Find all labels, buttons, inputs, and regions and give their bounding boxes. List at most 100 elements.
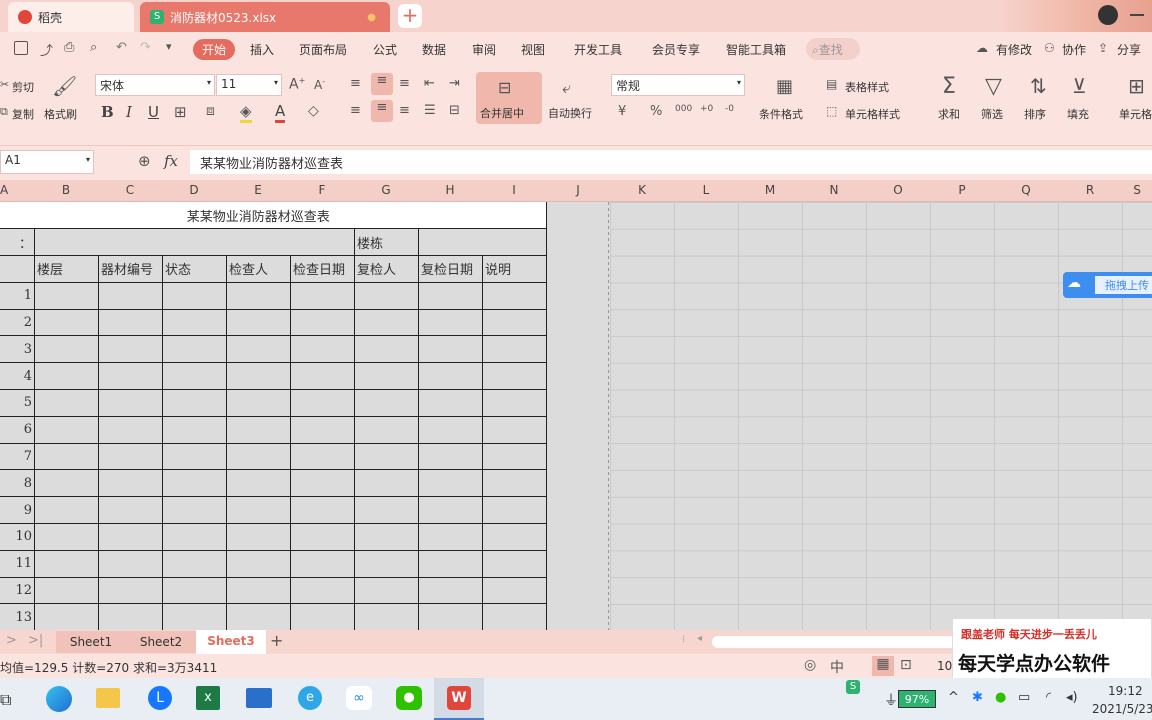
data-cell[interactable] xyxy=(418,362,483,391)
task-view-icon[interactable]: ⧉ xyxy=(0,690,11,710)
col-header-m[interactable]: M xyxy=(738,183,802,197)
col-header-c[interactable]: C xyxy=(98,183,162,197)
menu-view[interactable]: 视图 xyxy=(521,41,545,58)
wechat-icon[interactable]: ● xyxy=(396,686,422,710)
align-bottom-icon[interactable]: ≡ xyxy=(399,76,410,91)
header-cell[interactable]: 复检日期 xyxy=(418,255,483,283)
tray-app-icon[interactable]: ✱ xyxy=(972,690,983,705)
data-cell[interactable] xyxy=(162,496,227,525)
data-cell[interactable] xyxy=(162,415,227,444)
menu-review[interactable]: 审阅 xyxy=(472,41,496,58)
menu-developer[interactable]: 开发工具 xyxy=(574,41,622,58)
data-cell[interactable] xyxy=(418,469,483,498)
data-cell[interactable] xyxy=(98,576,163,605)
col-header-l[interactable]: L xyxy=(674,183,738,197)
data-cell[interactable] xyxy=(162,362,227,391)
data-cell[interactable] xyxy=(354,335,419,364)
data-cell[interactable] xyxy=(34,362,99,391)
data-cell[interactable] xyxy=(162,281,227,310)
input-method-icon[interactable]: 中 xyxy=(830,657,844,677)
sum-button[interactable]: 求和 xyxy=(938,106,960,122)
data-cell[interactable] xyxy=(34,442,99,471)
data-cell[interactable] xyxy=(418,308,483,337)
zoom-formula-icon[interactable]: ⊕ xyxy=(138,152,151,170)
data-cell[interactable] xyxy=(226,362,291,391)
row-number-cell[interactable]: 2 xyxy=(0,308,35,337)
col-header-n[interactable]: N xyxy=(802,183,866,197)
data-cell[interactable] xyxy=(162,603,227,632)
data-cell[interactable] xyxy=(98,549,163,578)
data-cell[interactable] xyxy=(226,603,291,632)
data-cell[interactable] xyxy=(98,603,163,632)
cell-button[interactable]: 单元格 xyxy=(1119,106,1152,122)
menu-smart-tools[interactable]: 智能工具箱 xyxy=(726,41,786,58)
wrap-text-button[interactable]: ⤶ 自动换行 xyxy=(546,72,598,124)
data-cell[interactable] xyxy=(354,389,419,417)
data-cell[interactable] xyxy=(226,389,291,417)
align-right-icon[interactable]: ≡ xyxy=(399,103,410,118)
data-cell[interactable] xyxy=(290,281,355,310)
data-cell[interactable] xyxy=(226,469,291,498)
data-cell[interactable] xyxy=(290,308,355,337)
formula-input[interactable]: 某某物业消防器材巡查表 xyxy=(190,150,1152,174)
table-style-button[interactable]: 表格样式 xyxy=(845,79,889,95)
data-cell[interactable] xyxy=(482,442,547,471)
col-header-a[interactable]: A xyxy=(0,183,8,197)
sheet-tab-1[interactable]: Sheet1 xyxy=(56,631,126,653)
fill-button[interactable]: 填充 xyxy=(1067,106,1089,122)
align-top-icon[interactable]: ≡ xyxy=(350,76,361,91)
data-cell[interactable] xyxy=(354,603,419,632)
data-cell[interactable] xyxy=(418,549,483,578)
data-cell[interactable] xyxy=(162,576,227,605)
row-number-cell[interactable]: 12 xyxy=(0,576,35,605)
row-number-cell[interactable]: 11 xyxy=(0,549,35,578)
data-cell[interactable] xyxy=(418,523,483,551)
col-header-b[interactable]: B xyxy=(34,183,98,197)
data-cell[interactable] xyxy=(162,469,227,498)
data-cell[interactable] xyxy=(418,576,483,605)
cut-button[interactable]: 剪切 xyxy=(12,79,34,95)
data-cell[interactable] xyxy=(354,415,419,444)
distributed-icon[interactable]: ⊟ xyxy=(449,103,460,118)
data-cell[interactable] xyxy=(98,496,163,525)
data-cell[interactable] xyxy=(290,415,355,444)
scroll-divider[interactable]: ⁞ xyxy=(682,634,685,645)
col-header-k[interactable]: K xyxy=(610,183,674,197)
clear-format-icon[interactable]: ◇ xyxy=(308,103,319,119)
increase-font-icon[interactable]: A+ xyxy=(289,76,305,93)
data-cell[interactable] xyxy=(226,281,291,310)
data-cell[interactable] xyxy=(34,308,99,337)
data-cell[interactable] xyxy=(482,603,547,632)
col-header-j[interactable]: J xyxy=(546,183,610,197)
row-number-cell[interactable]: 6 xyxy=(0,415,35,444)
data-cell[interactable] xyxy=(354,442,419,471)
data-cell[interactable] xyxy=(482,496,547,525)
font-name-select[interactable]: 宋体 ▾ xyxy=(95,74,215,96)
data-cell[interactable] xyxy=(34,576,99,605)
data-cell[interactable] xyxy=(34,549,99,578)
justify-icon[interactable]: ☰ xyxy=(424,103,436,118)
row-number-cell[interactable]: 10 xyxy=(0,523,35,551)
menu-page-layout[interactable]: 页面布局 xyxy=(299,41,347,58)
italic-icon[interactable]: I xyxy=(126,103,132,121)
row-number-cell[interactable]: 8 xyxy=(0,469,35,498)
data-cell[interactable] xyxy=(290,335,355,364)
data-cell[interactable] xyxy=(290,603,355,632)
data-cell[interactable] xyxy=(354,362,419,391)
data-cell[interactable] xyxy=(418,415,483,444)
data-cell[interactable] xyxy=(354,549,419,578)
data-cell[interactable] xyxy=(482,523,547,551)
name-box[interactable]: A1 ▾ xyxy=(0,150,94,174)
align-left-icon[interactable]: ≡ xyxy=(350,103,361,118)
data-cell[interactable] xyxy=(162,523,227,551)
data-cell[interactable] xyxy=(162,335,227,364)
data-cell[interactable] xyxy=(226,415,291,444)
header-cell[interactable]: 说明 xyxy=(482,255,547,283)
data-cell[interactable] xyxy=(98,308,163,337)
add-sheet-icon[interactable]: + xyxy=(270,631,283,650)
data-cell[interactable] xyxy=(482,415,547,444)
conditional-format-button[interactable]: 条件格式 xyxy=(759,106,803,122)
menu-formulas[interactable]: 公式 xyxy=(373,41,397,58)
sheet-tab-2[interactable]: Sheet2 xyxy=(126,631,196,653)
cell-icon[interactable]: ⊞ xyxy=(1128,74,1145,98)
